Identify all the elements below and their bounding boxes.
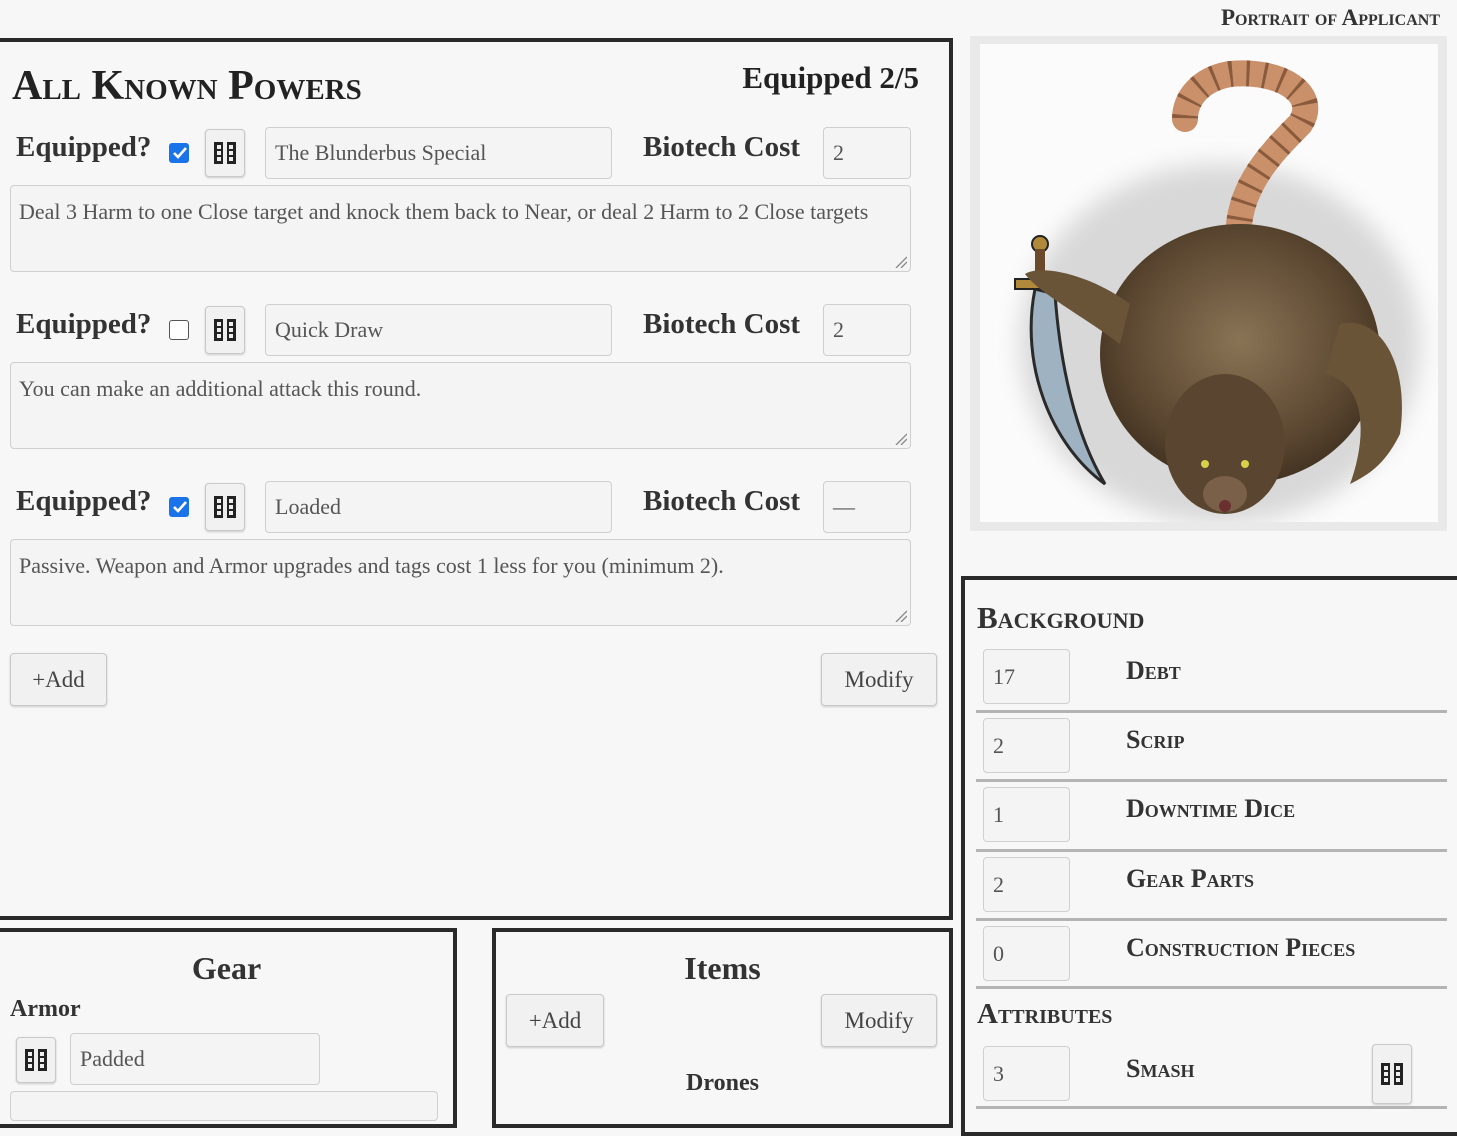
smash-label: Smash — [1126, 1054, 1195, 1083]
gear-parts-input[interactable]: 2 — [983, 857, 1070, 912]
modify-powers-button[interactable]: Modify — [821, 653, 937, 706]
power-description-textarea-1[interactable]: Deal 3 Harm to one Close target and knoc… — [10, 185, 911, 272]
portrait-frame — [970, 36, 1447, 531]
construction-pieces-label: Construction Pieces — [1126, 933, 1356, 962]
modify-items-button[interactable]: Modify — [821, 994, 937, 1047]
powers-title: All Known Powers — [12, 63, 362, 109]
dice-icon — [25, 1049, 47, 1071]
attributes-title: Attributes — [977, 998, 1113, 1030]
roll-dice-button-2[interactable] — [205, 306, 245, 354]
add-power-button[interactable]: +Add — [10, 653, 107, 706]
rat-creature-image — [1014, 60, 1420, 524]
smash-dice-button[interactable] — [1372, 1044, 1412, 1104]
debt-input[interactable]: 17 — [983, 649, 1070, 704]
downtime-dice-label: Downtime Dice — [1126, 794, 1296, 823]
construction-pieces-input[interactable]: 0 — [983, 926, 1070, 981]
biotech-cost-input-2[interactable]: 2 — [823, 304, 911, 356]
equipped-checkbox-2[interactable] — [169, 320, 189, 340]
portrait-image[interactable] — [980, 44, 1438, 524]
scrip-input[interactable]: 2 — [983, 718, 1070, 773]
equipped-label: Equipped? — [16, 131, 152, 163]
check-icon — [172, 500, 188, 513]
roll-dice-button-3[interactable] — [205, 483, 245, 531]
gear-title: Gear — [191, 950, 262, 986]
biotech-cost-label: Biotech Cost — [643, 485, 801, 517]
equipped-checkbox-3[interactable] — [169, 497, 189, 517]
power-description-text: You can make an additional attack this r… — [19, 376, 422, 401]
equipped-label: Equipped? — [16, 485, 152, 517]
power-description-text: Passive. Weapon and Armor upgrades and t… — [19, 553, 724, 578]
equipped-label: Equipped? — [16, 308, 152, 340]
armor-input[interactable]: Padded — [70, 1033, 320, 1085]
power-description-textarea-3[interactable]: Passive. Weapon and Armor upgrades and t… — [10, 539, 911, 626]
armor-label: Armor — [10, 996, 81, 1022]
dice-icon — [214, 142, 236, 164]
row-divider — [976, 849, 1447, 852]
debt-label: Debt — [1126, 656, 1181, 685]
power-name-input-3[interactable]: Loaded — [265, 481, 612, 533]
resize-grip-icon[interactable] — [895, 610, 907, 622]
dice-icon — [214, 319, 236, 341]
gear-parts-label: Gear Parts — [1126, 864, 1254, 893]
dice-icon — [1381, 1063, 1403, 1085]
power-description-textarea-2[interactable]: You can make an additional attack this r… — [10, 362, 911, 449]
biotech-cost-label: Biotech Cost — [643, 308, 801, 340]
dice-icon — [214, 496, 236, 518]
biotech-cost-input-3[interactable]: — — [823, 481, 911, 533]
portrait-title: Portrait of Applicant — [1220, 5, 1440, 30]
roll-dice-button-1[interactable] — [205, 129, 245, 177]
resize-grip-icon[interactable] — [895, 433, 907, 445]
row-divider — [976, 779, 1447, 782]
equipped-checkbox-1[interactable] — [169, 143, 189, 163]
downtime-dice-input[interactable]: 1 — [983, 787, 1070, 842]
row-divider — [976, 710, 1447, 713]
items-title: Items — [684, 950, 761, 986]
check-icon — [172, 146, 188, 159]
scrip-label: Scrip — [1126, 725, 1185, 754]
power-name-input-1[interactable]: The Blunderbus Special — [265, 127, 612, 179]
add-item-button[interactable]: +Add — [506, 994, 604, 1047]
resize-grip-icon[interactable] — [895, 256, 907, 268]
armor-description-field[interactable] — [10, 1091, 438, 1121]
drones-label: Drones — [686, 1070, 759, 1096]
equipped-count: Equipped 2/5 — [742, 60, 919, 95]
smash-input[interactable]: 3 — [983, 1046, 1070, 1101]
background-title: Background — [977, 600, 1145, 635]
row-divider — [976, 918, 1447, 921]
armor-dice-button[interactable] — [16, 1037, 56, 1083]
row-divider — [976, 986, 1447, 989]
power-description-text: Deal 3 Harm to one Close target and knoc… — [19, 199, 869, 224]
biotech-cost-input-1[interactable]: 2 — [823, 127, 911, 179]
biotech-cost-label: Biotech Cost — [643, 131, 801, 163]
power-name-input-2[interactable]: Quick Draw — [265, 304, 612, 356]
